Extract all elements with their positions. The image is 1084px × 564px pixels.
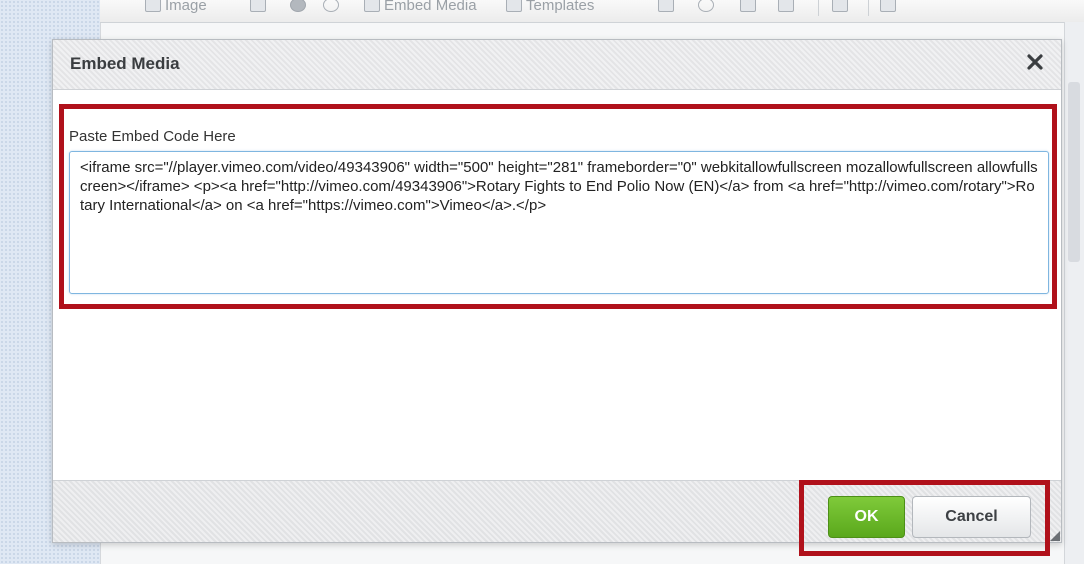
toolbar-separator (868, 0, 869, 16)
toolbar-image-label: Image (165, 0, 207, 14)
toolbar-templates-button[interactable]: Templates (506, 0, 594, 16)
toolbar-embed-media-button[interactable]: Embed Media (364, 0, 477, 16)
insert-image-icon (250, 0, 266, 12)
resize-handle[interactable] (1050, 531, 1060, 541)
maximize-icon (880, 0, 896, 12)
close-button[interactable] (1024, 51, 1046, 73)
toolbar-image-button[interactable]: Image (145, 0, 207, 16)
toolbar-horizontal-rule-button[interactable] (658, 0, 674, 16)
embed-media-icon (364, 0, 380, 12)
toolbar-smiley-button[interactable] (698, 0, 714, 16)
toolbar-flash-button[interactable] (290, 0, 306, 16)
toolbar-page-break-button[interactable] (778, 0, 794, 16)
templates-icon (506, 0, 522, 12)
flash-icon (290, 0, 306, 12)
ok-button[interactable]: OK (828, 496, 905, 538)
scrollbar-thumb[interactable] (1068, 82, 1080, 262)
toolbar-show-blocks-button[interactable] (832, 0, 848, 16)
link-icon (323, 0, 339, 12)
dialog-header[interactable]: Embed Media (53, 40, 1061, 90)
toolbar-separator (818, 0, 819, 16)
toolbar-link-button[interactable] (323, 0, 339, 16)
cancel-button[interactable]: Cancel (912, 496, 1031, 538)
horizontal-rule-icon (658, 0, 674, 12)
editor-scrollbar[interactable] (1064, 22, 1084, 564)
dialog-body: Paste Embed Code Here <iframe src="//pla… (53, 90, 1061, 482)
smiley-icon (698, 0, 714, 12)
toolbar-embed-media-label: Embed Media (384, 0, 477, 14)
toolbar-maximize-button[interactable] (880, 0, 896, 16)
toolbar-templates-label: Templates (526, 0, 595, 14)
editor-toolbar: Image Embed Media Templates (100, 0, 1084, 23)
embed-media-dialog: Embed Media Paste Embed Code Here <ifram… (52, 39, 1062, 556)
toolbar-insert-image-button[interactable] (250, 0, 266, 16)
dialog-title: Embed Media (70, 54, 180, 73)
show-blocks-icon (832, 0, 848, 12)
special-character-icon (740, 0, 756, 12)
embed-code-textarea[interactable]: <iframe src="//player.vimeo.com/video/49… (69, 151, 1049, 294)
page-break-icon (778, 0, 794, 12)
toolbar-special-char-button[interactable] (740, 0, 756, 16)
close-icon (1027, 54, 1043, 70)
image-icon (145, 0, 161, 12)
embed-code-label: Paste Embed Code Here (69, 128, 236, 145)
